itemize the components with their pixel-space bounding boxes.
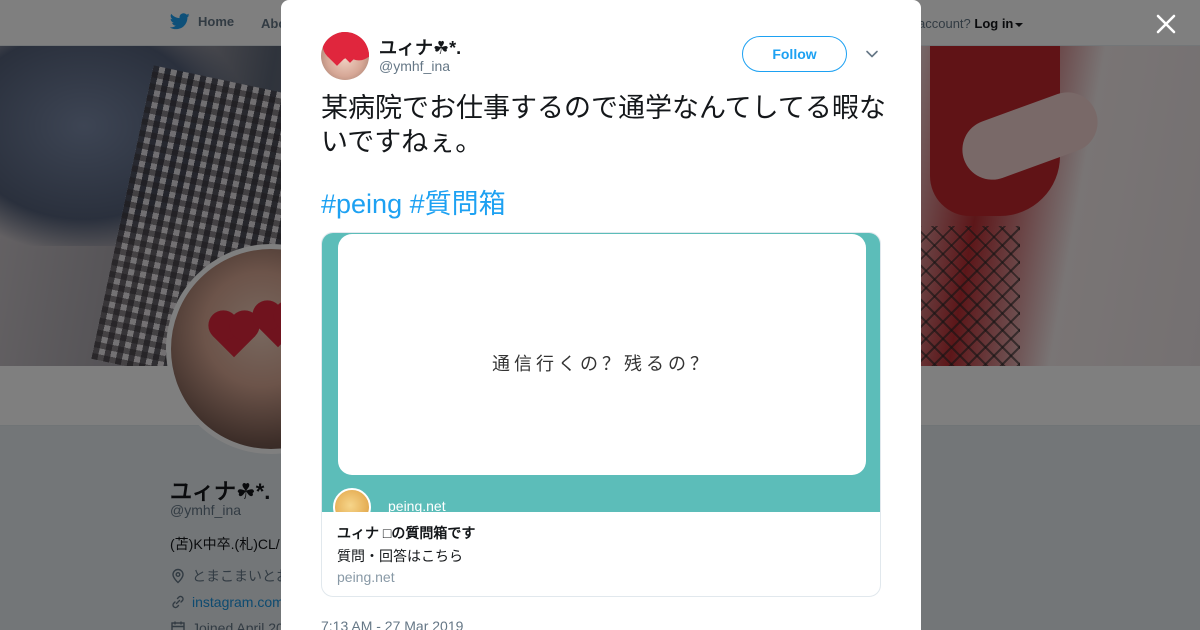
card-question-box: 通信行くの？残るの？ [338, 234, 866, 475]
author-handle[interactable]: @ymhf_ina [379, 58, 450, 74]
tweet-text: 某病院でお仕事するので通学なんてしてる暇ないですねぇ。 [321, 93, 886, 157]
card-description: 質問・回答はこちら [337, 548, 463, 564]
card-title: ユィナ □の質問箱です [337, 525, 476, 541]
card-site-label: peing.net [388, 498, 446, 512]
author-name[interactable]: ユィナ☘*. [379, 34, 461, 60]
hashtag-link[interactable]: #peing [321, 189, 402, 219]
card-domain: peing.net [337, 569, 395, 585]
tweet-hashtags: #peing #質問箱 [321, 186, 506, 222]
chevron-down-icon [866, 50, 878, 58]
link-preview-card[interactable]: 通信行くの？残るの？ peing.net ユィナ □の質問箱です 質問・回答はこ… [321, 232, 881, 597]
more-options-button[interactable] [864, 46, 880, 62]
card-question-text: 通信行くの？残るの？ [492, 354, 712, 375]
tweet-timestamp[interactable]: 7:13 AM - 27 Mar 2019 [321, 618, 463, 630]
card-image: 通信行くの？残るの？ peing.net [322, 233, 880, 512]
follow-button[interactable]: Follow [742, 36, 847, 72]
hashtag-link[interactable]: #質問箱 [410, 189, 506, 219]
peing-logo-icon [333, 488, 371, 512]
author-avatar[interactable] [321, 32, 369, 80]
close-icon [1156, 14, 1176, 34]
tweet-modal: ユィナ☘*. @ymhf_ina Follow 某病院でお仕事するので通学なんて… [281, 0, 921, 630]
close-button[interactable] [1152, 10, 1180, 38]
